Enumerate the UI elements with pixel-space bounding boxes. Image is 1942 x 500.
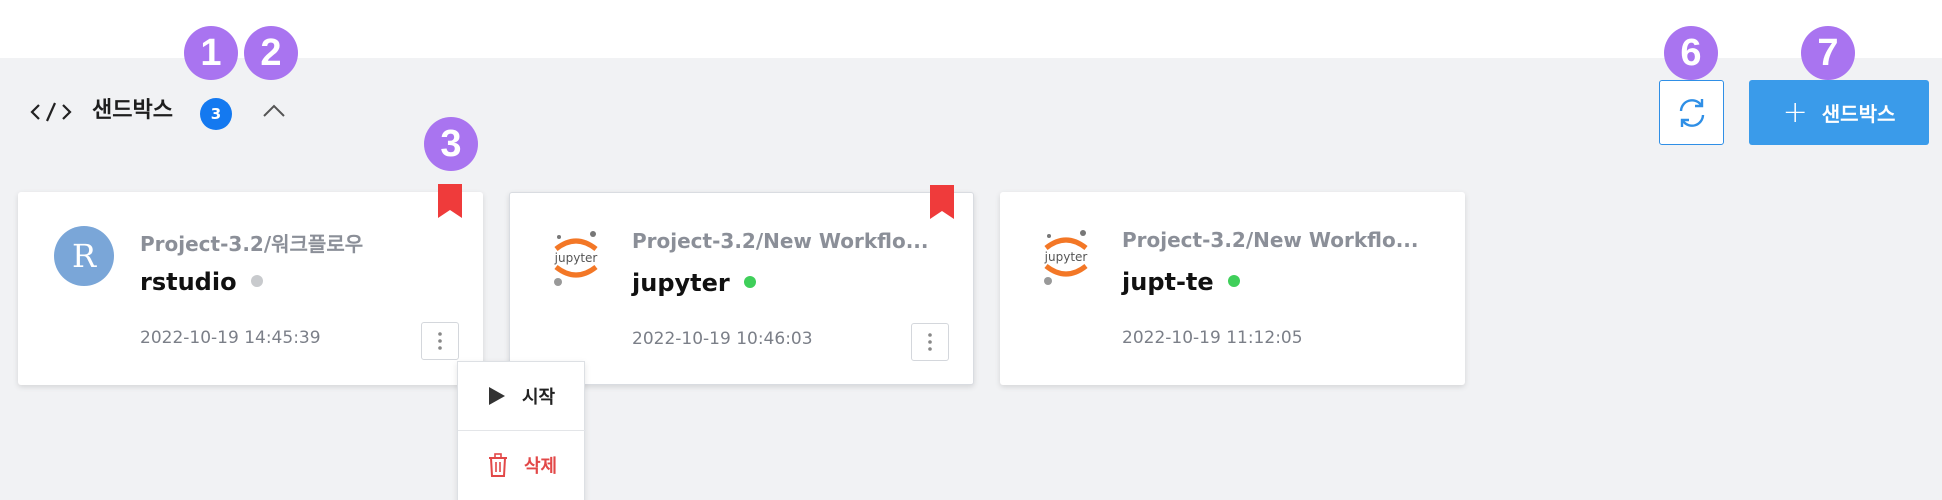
sandbox-name-text: rstudio (140, 268, 237, 296)
more-options-button[interactable] (911, 323, 949, 361)
play-icon (489, 387, 505, 405)
jupyter-logo-text: jupyter (1044, 250, 1088, 264)
trash-icon (489, 453, 507, 477)
bookmark-icon[interactable] (438, 184, 462, 218)
sandbox-card[interactable]: jupyter Project-3.2/New Workflo... jupyt… (509, 185, 974, 385)
callout-6: 6 (1664, 26, 1718, 80)
created-date: 2022-10-19 11:12:05 (1122, 328, 1303, 348)
jupyter-logo: jupyter (554, 231, 598, 286)
created-date: 2022-10-19 14:45:39 (140, 328, 321, 348)
add-sandbox-label: 샌드박스 (1821, 102, 1896, 126)
refresh-button[interactable] (1659, 80, 1724, 145)
sandbox-name: rstudio (140, 268, 263, 296)
callout-3: 3 (424, 117, 478, 171)
bookmark-icon[interactable] (930, 185, 954, 219)
menu-item-start[interactable]: 시작 (458, 362, 586, 430)
jupyter-logo: jupyter (1044, 230, 1088, 285)
sandbox-card[interactable]: jupyter Project-3.2/New Workflo... jupt-… (1000, 192, 1465, 385)
callout-7: 7 (1801, 26, 1855, 80)
status-indicator (1227, 275, 1240, 287)
more-options-button[interactable] (421, 322, 459, 360)
jupyter-logo-text: jupyter (554, 251, 598, 265)
project-path: Project-3.2/워크플로우 (140, 232, 364, 256)
menu-item-start-label: 시작 (522, 387, 556, 408)
menu-item-delete-label: 삭제 (524, 456, 558, 477)
add-sandbox-button[interactable]: + 샌드박스 (1749, 80, 1929, 145)
section-title: 샌드박스 (92, 98, 173, 123)
plus-icon: + (1782, 94, 1808, 130)
project-path: Project-3.2/New Workflo... (632, 229, 929, 253)
sandbox-card[interactable]: R Project-3.2/워크플로우 rstudio 2022-10-19 1… (18, 184, 483, 385)
menu-item-delete[interactable]: 삭제 (458, 431, 586, 499)
more-vertical-icon (928, 333, 932, 351)
more-vertical-icon (438, 332, 442, 350)
code-icon (30, 102, 72, 122)
sandbox-count-badge: 3 (200, 98, 232, 130)
status-indicator (250, 275, 263, 287)
sandbox-name-text: jupt-te (1122, 268, 1214, 296)
sandbox-name: jupt-te (1122, 268, 1240, 296)
refresh-icon (1679, 98, 1704, 127)
card-options-menu: 시작 삭제 (457, 361, 586, 500)
created-date: 2022-10-19 10:46:03 (632, 329, 813, 349)
sandbox-name-text: jupyter (632, 269, 730, 297)
chevron-up-icon (263, 104, 285, 117)
callout-1: 1 (184, 26, 238, 80)
callout-2: 2 (244, 26, 298, 80)
status-indicator (743, 276, 756, 288)
rstudio-logo: R (54, 226, 114, 286)
sandbox-name: jupyter (632, 269, 756, 297)
project-path: Project-3.2/New Workflo... (1122, 228, 1419, 252)
collapse-button[interactable] (258, 96, 290, 126)
